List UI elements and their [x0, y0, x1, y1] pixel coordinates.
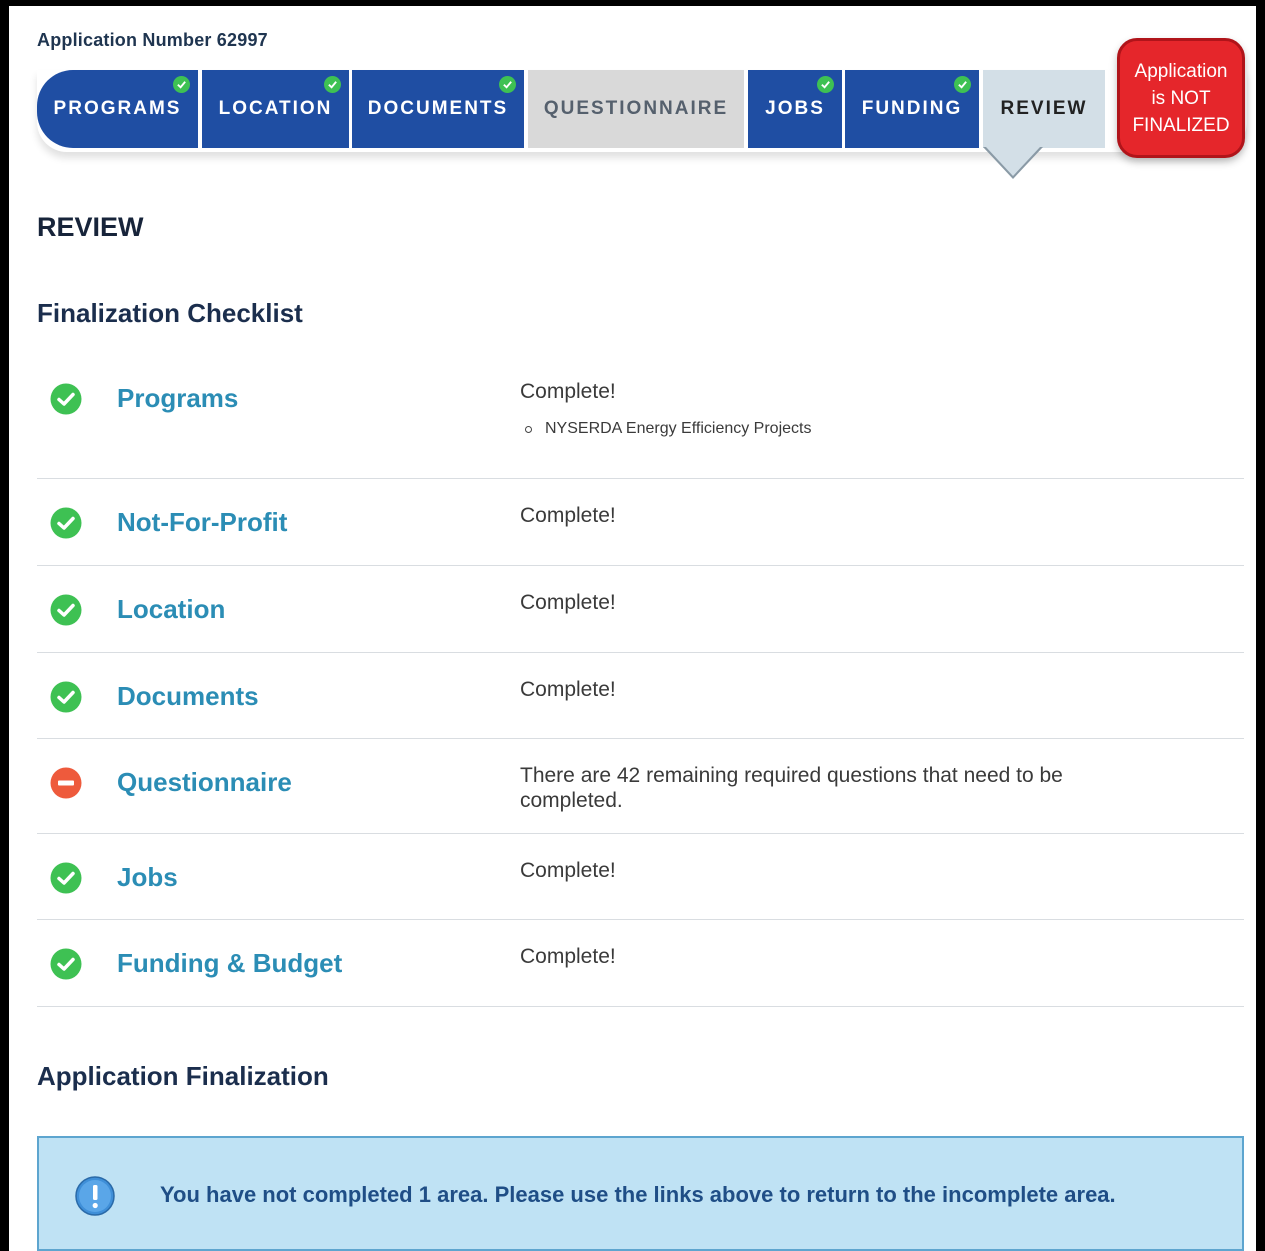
- check-circle-icon: [50, 948, 82, 980]
- checklist-row-funding-budget: Funding & Budget Complete!: [37, 920, 1244, 1007]
- current-step-pointer-fill: [986, 147, 1040, 176]
- check-icon: [173, 76, 190, 93]
- checklist-link-jobs[interactable]: Jobs: [117, 862, 178, 893]
- incomplete-alert: You have not completed 1 area. Please us…: [37, 1136, 1244, 1251]
- program-name: NYSERDA Energy Efficiency Projects: [545, 420, 812, 437]
- alert-message: You have not completed 1 area. Please us…: [160, 1182, 1116, 1207]
- tab-label: PROGRAMS: [53, 98, 182, 119]
- finalization-checklist: Programs Complete! NYSERDA Energy Effici…: [37, 361, 1244, 1007]
- check-icon: [817, 76, 834, 93]
- progress-stepper: PROGRAMS LOCATION DOCUMENTS QUESTIONNAIR…: [37, 70, 1247, 152]
- check-circle-icon: [50, 681, 82, 713]
- tab-label: QUESTIONNAIRE: [543, 98, 729, 119]
- checklist-message: Complete!: [520, 678, 616, 701]
- tab-label: REVIEW: [1000, 98, 1088, 119]
- checklist-message: Complete!: [520, 859, 616, 882]
- checklist-link-funding-budget[interactable]: Funding & Budget: [117, 948, 342, 979]
- checklist-row-jobs: Jobs Complete!: [37, 834, 1244, 920]
- check-circle-icon: [50, 507, 82, 539]
- checklist-row-questionnaire: Questionnaire There are 42 remaining req…: [37, 739, 1244, 834]
- check-circle-icon: [50, 383, 82, 415]
- status-line-1: Application: [1134, 60, 1228, 82]
- checklist-link-programs[interactable]: Programs: [117, 383, 238, 414]
- tab-jobs[interactable]: JOBS: [748, 70, 842, 148]
- checklist-link-not-for-profit[interactable]: Not-For-Profit: [117, 507, 287, 538]
- tab-programs[interactable]: PROGRAMS: [37, 70, 198, 148]
- program-list-item: NYSERDA Energy Efficiency Projects: [525, 420, 811, 438]
- status-badge: Application is NOT FINALIZED: [1117, 38, 1245, 158]
- checklist-message: Complete!: [520, 380, 616, 403]
- checklist-message: Complete!: [520, 591, 616, 614]
- checklist-row-not-for-profit: Not-For-Profit Complete!: [37, 479, 1244, 566]
- finalization-title: Application Finalization: [37, 1061, 329, 1091]
- tab-label: FUNDING: [861, 98, 963, 119]
- checklist-link-documents[interactable]: Documents: [117, 681, 259, 712]
- check-icon: [954, 76, 971, 93]
- checklist-message: There are 42 remaining required question…: [520, 764, 1063, 812]
- checklist-message: Complete!: [520, 504, 616, 527]
- page-title: REVIEW: [37, 212, 144, 242]
- check-circle-icon: [50, 594, 82, 626]
- tab-label: LOCATION: [218, 98, 333, 119]
- checklist-message: Complete!: [520, 945, 616, 968]
- page-frame: Application Number 62997 PROGRAMS LOCATI…: [0, 0, 1265, 1251]
- checklist-link-location[interactable]: Location: [117, 594, 225, 625]
- tab-location[interactable]: LOCATION: [202, 70, 349, 148]
- check-icon: [499, 76, 516, 93]
- info-icon: [75, 1176, 115, 1216]
- tab-questionnaire[interactable]: QUESTIONNAIRE: [528, 70, 744, 148]
- tab-label: JOBS: [765, 98, 825, 119]
- checklist-title: Finalization Checklist: [37, 298, 303, 328]
- checklist-row-location: Location Complete!: [37, 566, 1244, 653]
- check-icon: [324, 76, 341, 93]
- tab-label: DOCUMENTS: [367, 98, 509, 119]
- checklist-link-questionnaire[interactable]: Questionnaire: [117, 767, 292, 798]
- minus-circle-icon: [50, 767, 82, 799]
- tab-funding[interactable]: FUNDING: [845, 70, 979, 148]
- status-line-2: is NOT: [1151, 87, 1211, 109]
- bullet-icon: [525, 425, 532, 433]
- checklist-row-documents: Documents Complete!: [37, 653, 1244, 739]
- checklist-row-programs: Programs Complete! NYSERDA Energy Effici…: [37, 361, 1244, 479]
- status-line-3: FINALIZED: [1132, 114, 1230, 136]
- tab-review[interactable]: REVIEW: [983, 70, 1105, 148]
- tab-documents[interactable]: DOCUMENTS: [352, 70, 524, 148]
- application-number: Application Number 62997: [37, 30, 268, 50]
- check-circle-icon: [50, 862, 82, 894]
